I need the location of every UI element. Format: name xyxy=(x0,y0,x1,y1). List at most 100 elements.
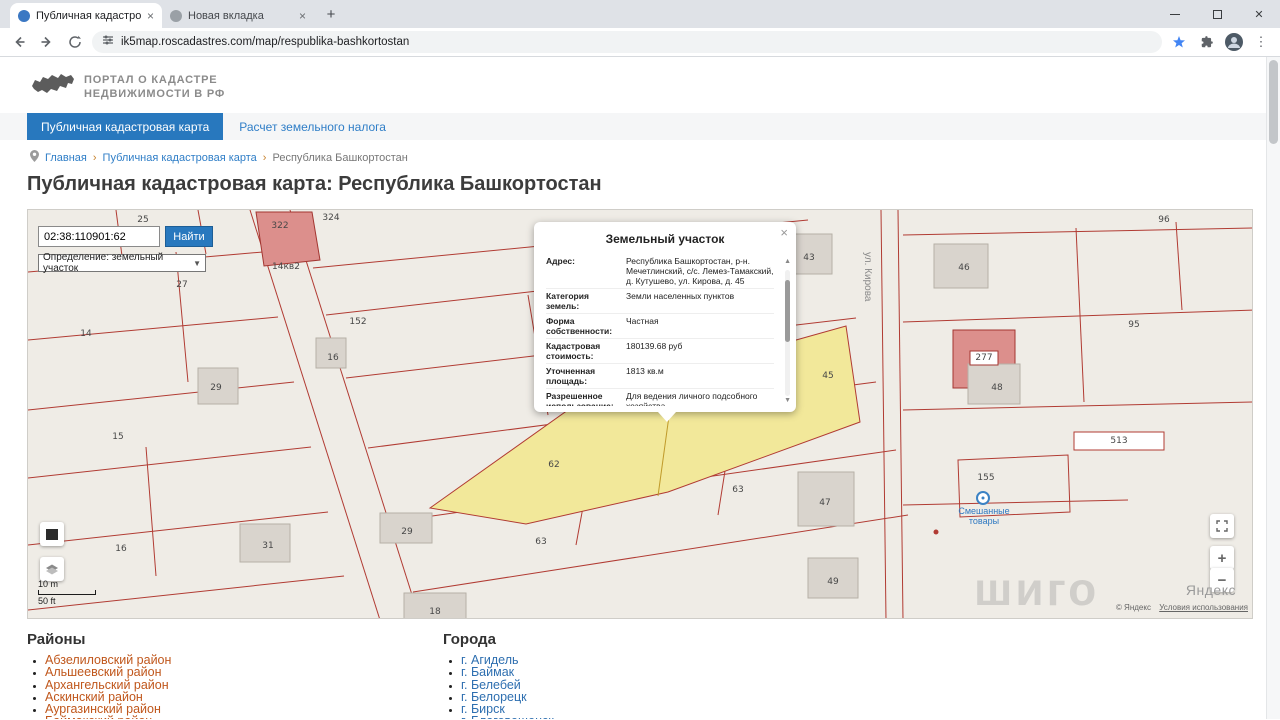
popup-scroll-up-icon[interactable]: ▲ xyxy=(784,258,791,265)
parcel-number-label: 14кв2 xyxy=(272,262,300,272)
popup-scrollbar[interactable] xyxy=(785,270,790,396)
yandex-logo[interactable]: Яндекс xyxy=(1186,582,1236,598)
address-bar[interactable]: ik5map.roscadastres.com/map/respublika-b… xyxy=(92,31,1162,53)
popup-row-label: Уточненная площадь: xyxy=(546,366,620,386)
breadcrumb-map[interactable]: Публичная кадастровая карта xyxy=(103,152,257,164)
site-logo-text: ПОРТАЛ О КАДАСТРЕ НЕДВИЖИМОСТИ В РФ xyxy=(84,73,225,101)
page-scrollbar[interactable] xyxy=(1266,57,1280,719)
zoom-in-button[interactable]: + xyxy=(1210,546,1234,570)
layers-button[interactable] xyxy=(40,557,64,581)
definition-select-value: Определение: земельный участок xyxy=(43,252,193,274)
districts-heading: Районы xyxy=(27,631,427,648)
cities-column: Города г. Агидельг. Баймакг. Белебейг. Б… xyxy=(443,631,843,719)
browser-menu-icon[interactable]: ⋮ xyxy=(1250,31,1272,53)
poi-shop-label: Смешанные товары xyxy=(953,506,1015,526)
window-controls: ✕ xyxy=(1154,0,1280,28)
site-logo-russia-map-icon xyxy=(30,70,76,103)
fullscreen-icon xyxy=(1216,520,1228,532)
breadcrumb-home[interactable]: Главная xyxy=(45,152,87,164)
parcel-number-label: 95 xyxy=(1128,320,1139,330)
cadastral-number-input[interactable] xyxy=(38,226,160,247)
popup-pointer xyxy=(658,412,676,422)
parcel-number-label: 14 xyxy=(80,329,91,339)
popup-scroll-down-icon[interactable]: ▼ xyxy=(784,397,791,404)
district-link[interactable]: Баймакский район xyxy=(45,715,427,719)
parcel-number-label: 63 xyxy=(732,485,743,495)
parcel-number-label: 43 xyxy=(803,253,814,263)
map-attribution: © Яндекс Условия использования xyxy=(1116,603,1248,612)
popup-row-label: Адрес: xyxy=(546,256,620,286)
popup-row: Адрес: Республика Башкортостан, р-н. Меч… xyxy=(546,254,774,288)
window-close-button[interactable]: ✕ xyxy=(1238,0,1280,28)
bookmark-star-icon[interactable] xyxy=(1168,31,1190,53)
site-info-icon[interactable] xyxy=(102,33,114,51)
breadcrumb-pin-icon xyxy=(30,150,39,165)
tab-close-icon[interactable]: × xyxy=(299,10,306,22)
url-text: ik5map.roscadastres.com/map/respublika-b… xyxy=(121,36,409,48)
parcel-number-label: 29 xyxy=(210,383,221,393)
page-content: ПОРТАЛ О КАДАСТРЕ НЕДВИЖИМОСТИ В РФ Публ… xyxy=(0,57,1280,719)
footer-links: Районы Абзелиловский районАльшеевский ра… xyxy=(27,631,1247,719)
nav-tab-cadastral-map[interactable]: Публичная кадастровая карта xyxy=(27,113,223,140)
definition-select[interactable]: Определение: земельный участок ▼ xyxy=(38,254,206,272)
browser-tab-active[interactable]: Публичная кадастровая карт × xyxy=(10,3,162,28)
window-maximize-button[interactable] xyxy=(1196,0,1238,28)
popup-row-value: Земли населенных пунктов xyxy=(620,291,774,311)
cities-heading: Города xyxy=(443,631,843,648)
parcel-number-label: 63 xyxy=(535,537,546,547)
map-canvas[interactable]: 2532232414кв2271521614291516293118626363… xyxy=(27,209,1253,619)
breadcrumb: Главная › Публичная кадастровая карта › … xyxy=(30,150,408,165)
popup-row: Разрешенное использование: Для ведения л… xyxy=(546,388,774,406)
site-header: ПОРТАЛ О КАДАСТРЕ НЕДВИЖИМОСТИ В РФ xyxy=(30,70,225,103)
cities-list: г. Агидельг. Баймакг. Белебейг. Белорецк… xyxy=(443,654,843,719)
popup-row-label: Категория земель: xyxy=(546,291,620,311)
districts-list: Абзелиловский районАльшеевский районАрха… xyxy=(27,654,427,719)
overview-map-button[interactable] xyxy=(40,522,64,546)
overview-map-icon xyxy=(46,529,58,540)
nav-tab-land-tax[interactable]: Расчет земельного налога xyxy=(223,113,402,140)
watermark-text: шиго xyxy=(974,562,1099,616)
scale-meters: 10 m xyxy=(38,579,96,589)
tab-favicon-icon xyxy=(170,10,182,22)
parcel-number-label: 27 xyxy=(176,280,187,290)
parcel-number-label: 322 xyxy=(271,221,288,231)
browser-tab-newtab[interactable]: Новая вкладка × xyxy=(162,3,314,28)
district-link[interactable]: Альшеевский район xyxy=(45,666,427,678)
site-nav: Публичная кадастровая карта Расчет земел… xyxy=(0,113,1266,140)
popup-row-label: Разрешенное использование: xyxy=(546,391,620,406)
city-link[interactable]: г. Баймак xyxy=(461,666,843,678)
new-tab-button[interactable]: + xyxy=(320,4,342,26)
parcel-number-label: 155 xyxy=(977,473,994,483)
city-link[interactable]: г. Благовещенск xyxy=(461,715,843,719)
districts-column: Районы Абзелиловский районАльшеевский ра… xyxy=(27,631,427,719)
parcel-number-label: 62 xyxy=(548,460,559,470)
chevron-down-icon: ▼ xyxy=(193,259,201,268)
parcel-info-popup: Земельный участок × Адрес: Республика Ба… xyxy=(534,222,796,412)
profile-avatar[interactable] xyxy=(1224,32,1244,52)
page-title: Публичная кадастровая карта: Республика … xyxy=(27,173,602,196)
parcel-number-label: 15 xyxy=(112,432,123,442)
tab-title: Публичная кадастровая карт xyxy=(36,10,141,22)
fullscreen-button[interactable] xyxy=(1210,514,1234,538)
layers-icon xyxy=(44,561,60,577)
search-button[interactable]: Найти xyxy=(165,226,213,247)
popup-close-icon[interactable]: × xyxy=(780,225,788,240)
window-minimize-button[interactable] xyxy=(1154,0,1196,28)
popup-row-value: 180139.68 руб xyxy=(620,341,774,361)
parcel-number-label: 96 xyxy=(1158,215,1169,225)
parcel-number-label: 324 xyxy=(322,213,339,223)
parcel-number-label: 25 xyxy=(137,215,148,225)
tab-close-icon[interactable]: × xyxy=(147,10,154,22)
popup-scrollbar-thumb[interactable] xyxy=(785,280,790,342)
terms-of-use-link[interactable]: Условия использования xyxy=(1159,603,1248,612)
city-link[interactable]: г. Агидель xyxy=(461,654,843,666)
forward-icon[interactable] xyxy=(36,31,58,53)
tab-title: Новая вкладка xyxy=(188,10,293,22)
page-scrollbar-thumb[interactable] xyxy=(1269,60,1278,144)
extensions-puzzle-icon[interactable] xyxy=(1196,31,1218,53)
back-icon[interactable] xyxy=(8,31,30,53)
popup-row-value: 1813 кв.м xyxy=(620,366,774,386)
refresh-icon[interactable] xyxy=(64,31,86,53)
city-link[interactable]: г. Белорецк xyxy=(461,691,843,703)
popup-row: Категория земель: Земли населенных пункт… xyxy=(546,288,774,313)
